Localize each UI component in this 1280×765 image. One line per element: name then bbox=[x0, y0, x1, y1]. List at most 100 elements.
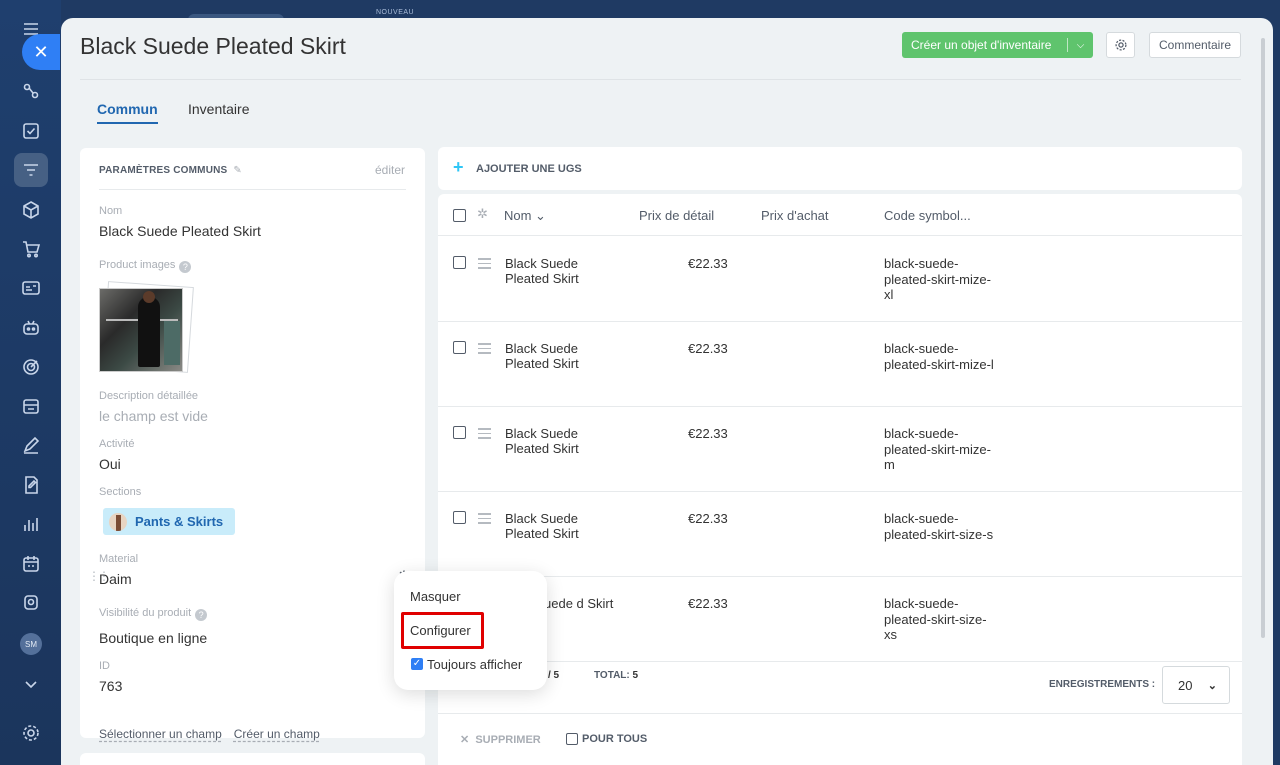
column-purchase-price[interactable]: Prix d'achat bbox=[761, 208, 829, 223]
row-price: €22.33 bbox=[688, 426, 728, 441]
filter-funnel-icon[interactable] bbox=[20, 159, 42, 181]
grid-header: ✲ Nom ⌄ Prix de détail Prix d'achat Code… bbox=[438, 194, 1242, 236]
second-card bbox=[80, 753, 425, 765]
page-title: Black Suede Pleated Skirt bbox=[80, 33, 346, 59]
row-checkbox[interactable] bbox=[453, 341, 466, 354]
sections-label: Sections bbox=[99, 486, 142, 498]
crm-icon[interactable] bbox=[20, 80, 42, 102]
card-heading-text: PARAMÈTRES COMMUNS bbox=[99, 165, 228, 176]
webcam-icon[interactable] bbox=[20, 592, 42, 614]
scrollbar[interactable] bbox=[1261, 38, 1265, 638]
table-row[interactable]: Black Suede Pleated Skirt €22.33 black-s… bbox=[438, 322, 1242, 407]
row-name: Black Suede Pleated Skirt bbox=[505, 256, 579, 286]
target-icon[interactable] bbox=[20, 356, 42, 378]
table-row[interactable]: Black Suede Pleated Skirt €22.33 black-s… bbox=[438, 237, 1242, 322]
pencil-icon[interactable]: ✎ bbox=[233, 165, 242, 176]
photo-head bbox=[143, 291, 155, 303]
analytics-icon[interactable] bbox=[20, 513, 42, 535]
sign-pen-icon[interactable] bbox=[20, 434, 42, 456]
store-icon[interactable] bbox=[20, 395, 42, 417]
chevron-down-icon[interactable]: ⌵ bbox=[1068, 40, 1093, 51]
row-menu-icon[interactable] bbox=[478, 258, 491, 272]
material-value: Daim bbox=[99, 571, 132, 587]
visibility-label: Visibilité du produit? bbox=[99, 607, 208, 621]
row-menu-icon[interactable] bbox=[478, 428, 491, 442]
contact-card-icon[interactable] bbox=[20, 277, 42, 299]
chevron-down-icon[interactable] bbox=[20, 673, 42, 695]
column-symbolic-code[interactable]: Code symbol... bbox=[884, 208, 971, 223]
row-menu-icon[interactable] bbox=[478, 513, 491, 527]
table-row[interactable]: Black Suede Pleated Skirt €22.33 black-s… bbox=[438, 407, 1242, 492]
create-field-link[interactable]: Créer un champ bbox=[234, 727, 320, 741]
avatar[interactable]: SM bbox=[20, 633, 42, 655]
tasks-icon[interactable] bbox=[20, 120, 42, 142]
row-price: €22.33 bbox=[688, 511, 728, 526]
tab-commun[interactable]: Commun bbox=[97, 101, 158, 124]
product-image[interactable] bbox=[99, 281, 194, 378]
cart-icon[interactable] bbox=[20, 238, 42, 260]
records-per-page-select[interactable]: 20 ⌄ bbox=[1162, 666, 1230, 704]
robot-icon[interactable] bbox=[20, 316, 42, 338]
row-checkbox[interactable] bbox=[453, 426, 466, 439]
edit-link[interactable]: éditer bbox=[375, 163, 405, 177]
column-settings-gear-icon[interactable]: ✲ bbox=[477, 206, 488, 222]
row-code: black-suede-pleated-skirt-mize-xl bbox=[884, 256, 991, 302]
column-retail-price[interactable]: Prix de détail bbox=[639, 208, 714, 223]
create-inventory-label: Créer un objet d'inventaire bbox=[911, 38, 1052, 52]
catalog-box-icon[interactable] bbox=[20, 199, 42, 221]
select-field-link[interactable]: Sélectionner un champ bbox=[99, 727, 222, 741]
comment-button[interactable]: Commentaire bbox=[1149, 32, 1241, 58]
images-label: Product images? bbox=[99, 259, 192, 273]
records-label: ENREGISTREMENTS : bbox=[1049, 679, 1156, 690]
always-show-checkbox[interactable]: ✓ bbox=[411, 658, 423, 670]
new-badge: NOUVEAU bbox=[376, 9, 415, 16]
settings-gear-icon[interactable] bbox=[20, 722, 42, 744]
row-name: Black Suede Pleated Skirt bbox=[505, 426, 579, 456]
photo-rack bbox=[164, 321, 180, 365]
total-count: TOTAL: 5 bbox=[594, 670, 638, 681]
menu-item-hide[interactable]: Masquer bbox=[410, 589, 461, 604]
help-icon[interactable]: ? bbox=[195, 609, 208, 621]
add-sku-label[interactable]: AJOUTER UNE UGS bbox=[476, 163, 582, 175]
id-label: ID bbox=[99, 660, 110, 672]
total-label: TOTAL: bbox=[594, 670, 630, 681]
for-all-checkbox[interactable]: POUR TOUS bbox=[566, 733, 647, 745]
calendar-icon[interactable] bbox=[20, 553, 42, 575]
top-strip: NOUVEAU bbox=[61, 0, 1280, 24]
select-all-checkbox[interactable] bbox=[453, 209, 466, 222]
document-edit-icon[interactable] bbox=[20, 474, 42, 496]
sku-grid: ✲ Nom ⌄ Prix de détail Prix d'achat Code… bbox=[438, 194, 1242, 765]
field-links: Sélectionner un champ Créer un champ bbox=[99, 727, 332, 741]
for-all-checkbox-box[interactable] bbox=[566, 733, 578, 745]
row-code: black-suede-pleated-skirt-size-s bbox=[884, 511, 994, 542]
visibility-value: Boutique en ligne bbox=[99, 630, 208, 646]
menu-item-always-show[interactable]: Toujours afficher bbox=[427, 657, 522, 672]
add-sku-bar[interactable]: + AJOUTER UNE UGS bbox=[438, 147, 1242, 190]
for-all-label: POUR TOUS bbox=[582, 733, 648, 745]
row-checkbox[interactable] bbox=[453, 511, 466, 524]
create-inventory-button[interactable]: Créer un objet d'inventaire ⌵ bbox=[902, 32, 1093, 58]
help-icon[interactable]: ? bbox=[179, 261, 192, 273]
section-tag[interactable]: Pants & Skirts bbox=[103, 508, 236, 535]
settings-button[interactable] bbox=[1106, 32, 1135, 58]
gear-icon bbox=[1114, 39, 1127, 51]
row-name: uede d Skirt bbox=[544, 596, 614, 611]
field-context-menu: Masquer Configurer ✓ Toujours afficher bbox=[394, 571, 547, 690]
menu-item-configure[interactable]: Configurer bbox=[410, 623, 471, 638]
plus-icon[interactable]: + bbox=[453, 157, 464, 178]
card-divider bbox=[99, 189, 406, 190]
row-checkbox[interactable] bbox=[453, 256, 466, 269]
row-menu-icon[interactable] bbox=[478, 343, 491, 357]
section-tag-label: Pants & Skirts bbox=[135, 514, 224, 529]
photo-figure bbox=[138, 297, 160, 367]
id-value: 763 bbox=[99, 678, 123, 694]
delete-label: SUPPRIMER bbox=[475, 734, 541, 746]
table-row[interactable]: uede d Skirt €22.33 black-suede-pleated-… bbox=[438, 577, 1242, 662]
close-slider-button[interactable]: ✕ bbox=[22, 34, 60, 70]
table-row[interactable]: Black Suede Pleated Skirt €22.33 black-s… bbox=[438, 492, 1242, 577]
delete-action[interactable]: ✕ SUPPRIMER bbox=[460, 733, 541, 746]
tab-inventaire[interactable]: Inventaire bbox=[188, 101, 249, 117]
close-icon: ✕ bbox=[460, 734, 470, 746]
column-name[interactable]: Nom ⌄ bbox=[504, 208, 546, 224]
visibility-label-text: Visibilité du produit bbox=[99, 607, 192, 619]
